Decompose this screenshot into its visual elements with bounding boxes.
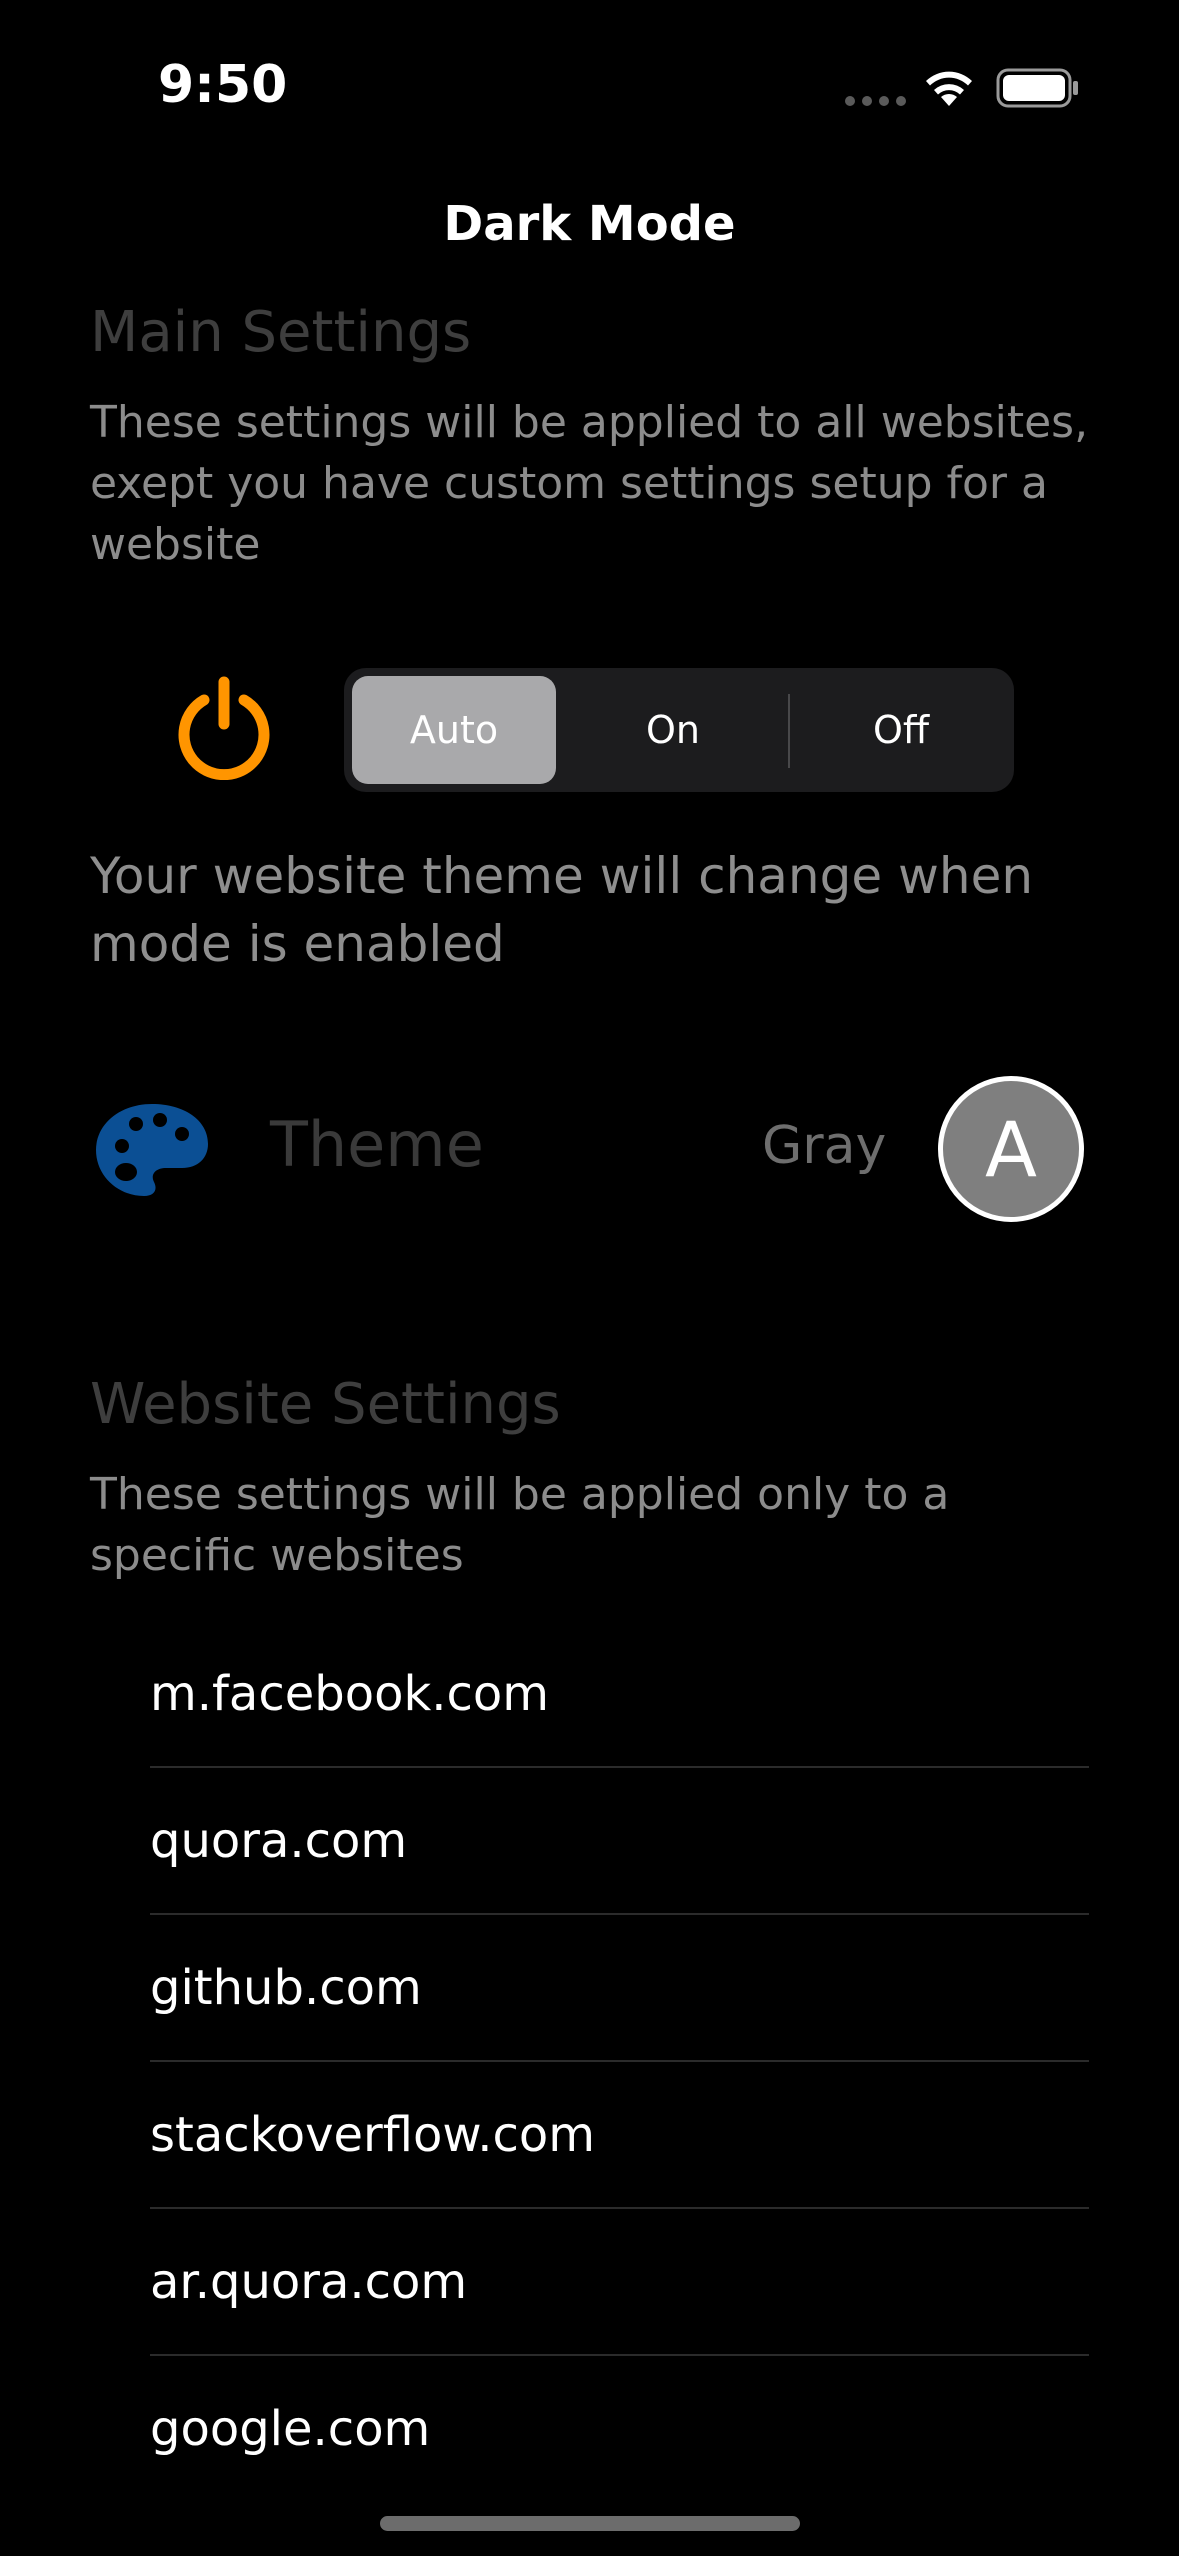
power-icon[interactable] <box>172 676 276 780</box>
wifi-icon <box>926 71 972 106</box>
website-row-quora[interactable]: quora.com <box>150 1767 1089 1914</box>
mode-note: Your website theme will change when mode… <box>90 847 1034 973</box>
palette-icon <box>96 1104 208 1196</box>
website-row-stackoverflow[interactable]: stackoverflow.com <box>150 2061 1089 2208</box>
mode-option-off[interactable]: Off <box>796 676 1006 784</box>
main-settings-description: These settings will be applied to all we… <box>90 397 1089 570</box>
website-row-google[interactable]: google.com <box>150 2355 1089 2502</box>
website-row-facebook[interactable]: m.facebook.com <box>150 1620 1089 1767</box>
theme-avatar[interactable]: A <box>938 1076 1084 1222</box>
page-title: Dark Mode <box>443 196 736 252</box>
mode-segmented-control: Auto On Off <box>344 668 1014 792</box>
mode-option-auto[interactable]: Auto <box>352 676 556 784</box>
home-indicator[interactable] <box>380 2516 800 2531</box>
main-settings-heading: Main Settings <box>90 300 472 365</box>
signal-dots-icon <box>845 96 907 106</box>
theme-label: Theme <box>270 1108 484 1181</box>
website-settings-heading: Website Settings <box>90 1372 561 1437</box>
status-time: 9:50 <box>158 55 288 115</box>
mode-option-on[interactable]: On <box>564 676 782 784</box>
battery-icon <box>996 68 1078 108</box>
website-row-ar-quora[interactable]: ar.quora.com <box>150 2208 1089 2355</box>
theme-value[interactable]: Gray <box>762 1116 886 1176</box>
website-settings-description: These settings will be applied only to a… <box>90 1469 950 1581</box>
segment-divider <box>788 694 790 768</box>
website-row-github[interactable]: github.com <box>150 1914 1089 2061</box>
